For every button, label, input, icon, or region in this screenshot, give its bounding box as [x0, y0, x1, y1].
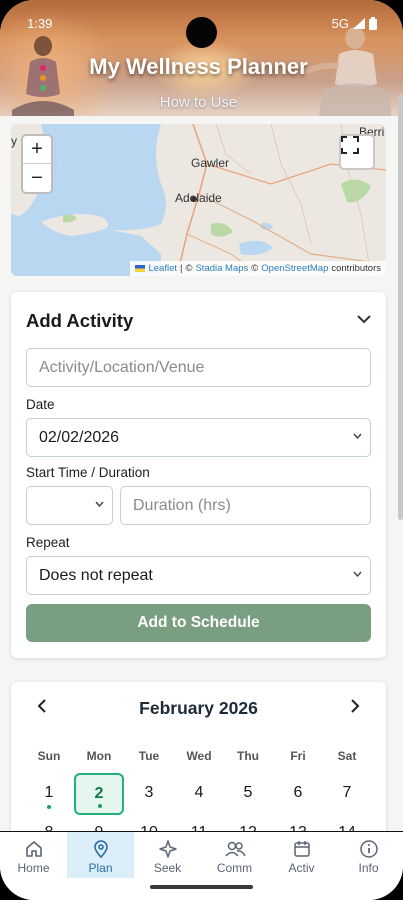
date-select[interactable]: 02/02/2026	[26, 418, 371, 457]
map-view[interactable]: Gawler Adelaide Berri y + − Leaflet | © …	[11, 124, 386, 276]
zoom-out-button[interactable]: −	[23, 164, 51, 192]
duration-input[interactable]: Duration (hrs)	[120, 486, 371, 525]
calendar-day[interactable]: 5	[224, 774, 272, 814]
nav-comm[interactable]: Comm	[201, 832, 268, 878]
repeat-select[interactable]: Does not repeat	[26, 556, 371, 595]
map-attribution: Leaflet | © Stadia Maps © OpenStreetMap …	[130, 261, 386, 276]
weekday-label: Fri	[290, 749, 306, 763]
map-zoom-control: + −	[21, 134, 53, 194]
weekday-label: Sat	[337, 749, 357, 763]
start-duration-label: Start Time / Duration	[26, 465, 150, 480]
repeat-value: Does not repeat	[39, 566, 153, 584]
weekday-label: Wed	[186, 749, 212, 763]
chevron-down-icon	[353, 571, 362, 577]
camera-cutout	[186, 17, 217, 48]
add-activity-card: Add Activity Activity/Location/Venue Dat…	[11, 292, 386, 658]
nav-plan[interactable]: Plan	[67, 832, 134, 878]
ukraine-flag-icon	[135, 265, 146, 272]
date-label: Date	[26, 397, 55, 412]
chevron-down-icon	[353, 433, 362, 439]
chevron-right-icon[interactable]	[350, 699, 360, 713]
fullscreen-icon	[341, 136, 359, 154]
battery-icon	[369, 17, 377, 30]
weekday-label: Mon	[86, 749, 112, 763]
chevron-down-icon[interactable]	[356, 314, 372, 324]
weekday-label: Thu	[237, 749, 259, 763]
weekday-label: Sun	[37, 749, 61, 763]
signal-icon	[353, 18, 365, 29]
repeat-label: Repeat	[26, 535, 70, 550]
calendar-day[interactable]: 4	[175, 774, 223, 814]
users-icon	[224, 841, 246, 857]
calendar-day[interactable]: 1	[25, 774, 73, 814]
calendar-card: February 2026 Sun Mon Tue Wed Thu Fri Sa…	[11, 682, 386, 842]
home-icon	[25, 841, 42, 857]
stadia-link[interactable]: Stadia Maps	[195, 263, 248, 274]
sparkle-icon	[158, 840, 177, 858]
nav-home[interactable]: Home	[0, 832, 67, 878]
how-to-use-link[interactable]: How to Use	[0, 94, 397, 111]
zoom-in-button[interactable]: +	[23, 136, 51, 164]
event-dot	[47, 805, 51, 809]
weekday-label: Tue	[138, 749, 160, 763]
leaflet-link[interactable]: Leaflet	[148, 263, 177, 274]
info-icon	[359, 840, 378, 858]
status-time: 1:39	[27, 16, 53, 31]
nav-activ[interactable]: Activ	[268, 832, 335, 878]
chevron-down-icon	[95, 501, 104, 507]
bottom-navigation: Home Plan Seek Comm Activ Info	[0, 831, 403, 900]
page-scrollbar[interactable]	[398, 94, 403, 520]
event-dot	[98, 804, 102, 808]
add-activity-title: Add Activity	[26, 310, 134, 331]
map-label-corner: y	[11, 134, 17, 148]
add-to-schedule-button[interactable]: Add to Schedule	[26, 604, 371, 642]
calendar-month-title: February 2026	[139, 698, 258, 718]
map-label-adelaide: Adelaide	[175, 191, 222, 205]
calendar-day[interactable]: 3	[125, 774, 173, 814]
calendar-day[interactable]: 6	[274, 774, 322, 814]
calendar-icon	[293, 841, 310, 857]
calendar-day-selected[interactable]: 2	[74, 773, 124, 815]
osm-link[interactable]: OpenStreetMap	[261, 263, 328, 274]
home-indicator[interactable]	[150, 885, 253, 889]
network-label: 5G	[331, 16, 349, 31]
map-pin-icon	[93, 840, 108, 859]
app-title: My Wellness Planner	[89, 54, 308, 79]
map-label-gawler: Gawler	[191, 156, 230, 170]
date-value: 02/02/2026	[39, 428, 120, 446]
fullscreen-button[interactable]	[339, 134, 375, 170]
activity-input[interactable]: Activity/Location/Venue	[26, 348, 371, 387]
nav-seek[interactable]: Seek	[134, 832, 201, 878]
phone-screen: 1:39 5G My Wellness Planner How to Use G…	[0, 0, 403, 900]
nav-info[interactable]: Info	[335, 832, 402, 878]
start-time-select[interactable]	[26, 486, 113, 525]
calendar-day[interactable]: 7	[323, 774, 371, 814]
